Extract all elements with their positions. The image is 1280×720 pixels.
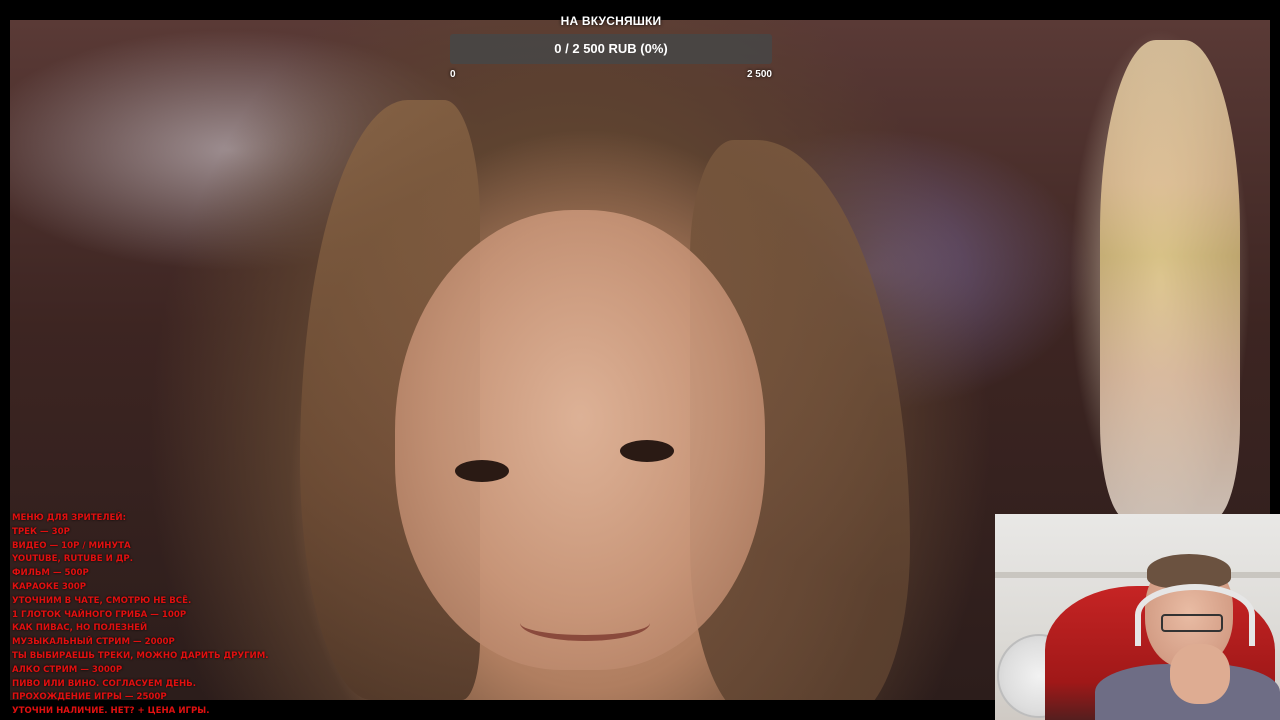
viewer-menu-overlay: МЕНЮ ДЛЯ ЗРИТЕЛЕЙ: ТРЕК — 30Р ВИДЕО — 10…: [12, 512, 432, 719]
menu-line: ТЫ ВЫБИРАЕШЬ ТРЕКИ, МОЖНО ДАРИТЬ ДРУГИМ.: [12, 650, 269, 661]
menu-line: ПИВО ИЛИ ВИНО. СОГЛАСУЕМ ДЕНЬ.: [12, 678, 196, 689]
scene-girl-face: [395, 210, 765, 670]
webcam-hand: [1170, 644, 1230, 704]
menu-line: УТОЧНИМ В ЧАТЕ, СМОТРЮ НЕ ВСЁ.: [12, 595, 192, 606]
goal-title: НА ВКУСНЯШКИ: [560, 14, 662, 28]
scene-mouth: [520, 605, 650, 641]
menu-line: ФИЛЬМ — 500Р: [12, 568, 89, 579]
goal-progress-bar: 0 / 2 500 RUB (0%): [450, 34, 772, 64]
scene-eye-left: [455, 460, 509, 482]
goal-amount-text: 0 / 2 500 RUB (0%): [554, 41, 668, 56]
menu-line: КАРАОКЕ 300Р: [12, 581, 87, 592]
scene-eye-right: [620, 440, 674, 462]
menu-line: МУЗЫКАЛЬНЫЙ СТРИМ — 2000Р: [12, 637, 175, 648]
menu-line: МЕНЮ ДЛЯ ЗРИТЕЛЕЙ:: [12, 513, 127, 523]
goal-min-label: 0: [450, 69, 456, 80]
donation-goal-widget: НА ВКУСНЯШКИ 0 / 2 500 RUB (0%) 0 2 500: [450, 14, 772, 84]
webcam-glasses: [1161, 614, 1223, 632]
webcam-shelf: [995, 572, 1280, 578]
scene-doll: [1100, 40, 1240, 520]
menu-line: ПРОХОЖДЕНИЕ ИГРЫ — 2500Р: [12, 692, 167, 703]
menu-line: ТРЕК — 30Р: [12, 526, 70, 537]
menu-line: ВИДЕО — 10Р / МИНУТА: [12, 540, 131, 551]
menu-line: 1 ГЛОТОК ЧАЙНОГО ГРИБА — 100Р: [12, 609, 187, 620]
goal-max-label: 2 500: [746, 69, 772, 80]
webcam-streamer-hair: [1147, 554, 1231, 588]
webcam-overlay: [995, 514, 1280, 720]
menu-line: КАК ПИВАС, НО ПОЛЕЗНЕЙ: [12, 623, 148, 634]
menu-line: YOUTUBE, RUTUBE И ДР.: [12, 554, 133, 565]
menu-line: АЛКО СТРИМ — 3000Р: [12, 664, 123, 675]
menu-line: УТОЧНИ НАЛИЧИЕ. НЕТ? + ЦЕНА ИГРЫ.: [12, 706, 210, 717]
